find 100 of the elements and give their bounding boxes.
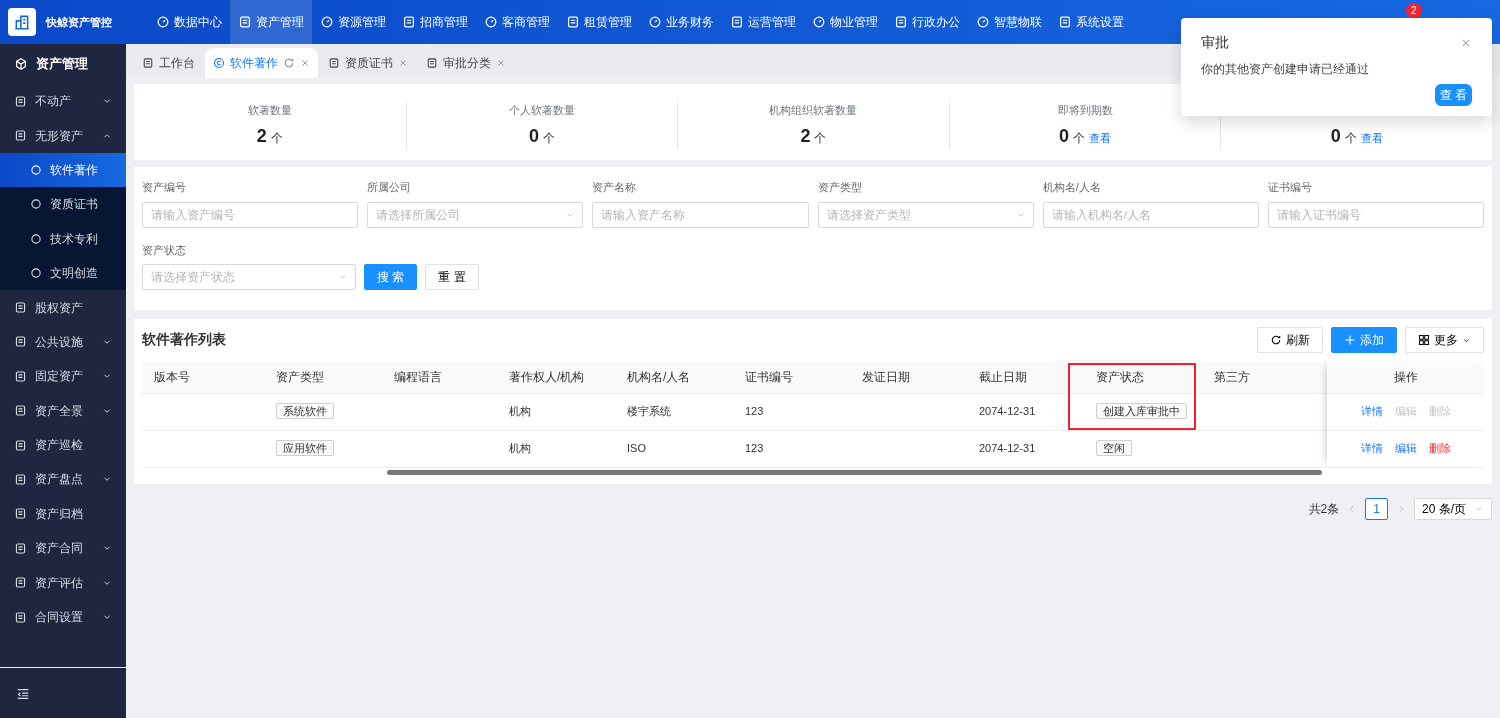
- square-icon: [566, 15, 580, 29]
- sidebar-item[interactable]: 合同设置: [0, 599, 126, 635]
- circle-icon: [648, 15, 662, 29]
- sidebar-item[interactable]: 资产归档: [0, 496, 126, 532]
- sidebar-item[interactable]: 资产盘点: [0, 462, 126, 497]
- sidebar-item[interactable]: 资质证书: [0, 187, 126, 222]
- nav-tab[interactable]: 系统设置: [1050, 0, 1132, 44]
- stat-label: 软著数量: [246, 103, 293, 118]
- sidebar-item[interactable]: 资产巡检: [0, 427, 126, 463]
- refresh-icon: [283, 57, 295, 69]
- stat-label: 即将到期数: [1056, 103, 1114, 118]
- page-button[interactable]: 1: [1365, 497, 1388, 520]
- stat-unit: 个: [814, 129, 827, 147]
- field-label: 资产名称: [592, 180, 638, 195]
- tab[interactable]: 审批分类: [418, 48, 514, 78]
- circle-icon: [30, 232, 42, 245]
- table-cell: 2074-12-31: [967, 393, 1084, 430]
- field-label: 机构名/人名: [1042, 180, 1102, 195]
- sidebar-item[interactable]: 不动产: [0, 84, 126, 119]
- sidebar-item[interactable]: 软件著作: [0, 152, 126, 188]
- nav-tab[interactable]: 数据中心: [148, 0, 230, 44]
- circle-icon: [156, 15, 170, 29]
- sidebar-item[interactable]: 股权资产: [0, 290, 126, 325]
- select-field[interactable]: 请选择资产状态: [142, 264, 356, 290]
- document-icon: [14, 129, 27, 143]
- more-button[interactable]: 更多: [1405, 327, 1484, 353]
- stat-value: 0: [1330, 125, 1341, 148]
- refresh-button[interactable]: 刷新: [1257, 327, 1323, 353]
- scrollbar[interactable]: [387, 469, 1322, 475]
- details-link[interactable]: 详情: [1354, 403, 1389, 420]
- close-icon[interactable]: [496, 58, 506, 68]
- close-icon[interactable]: [300, 58, 310, 68]
- select-field[interactable]: 请选择资产类型: [817, 201, 1034, 228]
- table-cell: 123: [733, 393, 850, 430]
- sidebar-item[interactable]: 资产全景: [0, 393, 126, 428]
- nav-tab[interactable]: 资产管理: [230, 0, 312, 44]
- circle-icon: [976, 15, 990, 29]
- nav-tab[interactable]: 招商管理: [394, 0, 476, 44]
- nav-tab[interactable]: 运营管理: [722, 0, 804, 44]
- view-link[interactable]: 查看: [1089, 129, 1112, 146]
- tab[interactable]: 软件著作: [205, 48, 318, 78]
- document-icon: [14, 576, 27, 590]
- tab[interactable]: 资质证书: [320, 48, 416, 78]
- column-header: 第三方: [1202, 361, 1327, 393]
- table-cell: 机构: [497, 393, 615, 430]
- column-header: 截止日期: [967, 361, 1084, 393]
- sidebar-item[interactable]: 无形资产: [0, 118, 126, 153]
- collapse-menu-icon: [16, 686, 30, 701]
- delete-link[interactable]: 删除: [1422, 440, 1457, 457]
- page-size-select[interactable]: 20 条/页: [1414, 497, 1492, 520]
- document-icon: [142, 57, 154, 69]
- square-icon: [894, 15, 908, 29]
- table-cell: 机构: [497, 430, 615, 467]
- nav-tab[interactable]: 资源管理: [312, 0, 394, 44]
- column-header: 版本号: [142, 361, 264, 393]
- tab[interactable]: 工作台: [134, 48, 203, 78]
- sidebar-item[interactable]: 公共设施: [0, 324, 126, 360]
- nav-tab[interactable]: 客商管理: [476, 0, 558, 44]
- input-field[interactable]: 请输入机构名/人名: [1042, 201, 1259, 228]
- document-icon: [14, 404, 27, 418]
- nav-tab[interactable]: 业务财务: [640, 0, 722, 44]
- nav-tab[interactable]: 物业管理: [804, 0, 886, 44]
- sidebar-item[interactable]: 固定资产: [0, 359, 126, 394]
- reset-button[interactable]: 重 置: [425, 264, 479, 290]
- sidebar-title: 资产管理: [36, 55, 88, 73]
- edit-link[interactable]: 编辑: [1388, 440, 1423, 457]
- brand-name: 快鲸资产管控: [46, 14, 112, 30]
- circle-icon: [812, 15, 826, 29]
- document-icon: [14, 507, 27, 521]
- input-field[interactable]: 请输入资产名称: [592, 201, 809, 228]
- nav-tab[interactable]: 租赁管理: [558, 0, 640, 44]
- input-field[interactable]: 请输入证书编号: [1267, 201, 1484, 228]
- grid-icon: [1418, 334, 1430, 346]
- sidebar-item[interactable]: 资产评估: [0, 565, 126, 600]
- view-link[interactable]: 查看: [1360, 130, 1383, 147]
- column-header: 著作权人/机构: [497, 361, 615, 393]
- close-icon[interactable]: [398, 58, 408, 68]
- input-field[interactable]: 请输入资产编号: [142, 201, 359, 228]
- total-count: 共2条: [1308, 500, 1340, 518]
- circle-icon: [320, 15, 334, 29]
- field-label: 资产状态: [142, 242, 187, 258]
- column-header: 证书编号: [733, 361, 850, 393]
- stat-unit: 个: [1073, 129, 1086, 147]
- sidebar-item[interactable]: 文明创造: [0, 255, 126, 291]
- notification-badge: 2: [1406, 3, 1422, 18]
- table-title: 软件著作列表: [142, 330, 226, 349]
- sidebar-item[interactable]: 资产合同: [0, 531, 126, 566]
- refresh-icon: [1270, 334, 1282, 346]
- details-link[interactable]: 详情: [1354, 440, 1389, 457]
- stat-value: 2: [256, 124, 267, 148]
- nav-tab[interactable]: 智慧物联: [968, 0, 1050, 44]
- select-field[interactable]: 请选择所属公司: [367, 201, 584, 228]
- nav-tab[interactable]: 行政办公: [886, 0, 968, 44]
- column-header: 机构名/人名: [615, 361, 733, 393]
- square-icon: [238, 15, 252, 29]
- stat-label: 机构组织软著数量: [768, 103, 859, 118]
- status-tag: 空闲: [1096, 440, 1132, 457]
- square-icon: [730, 15, 744, 29]
- sidebar-item[interactable]: 技术专利: [0, 221, 126, 256]
- stat-value: 2: [800, 124, 811, 148]
